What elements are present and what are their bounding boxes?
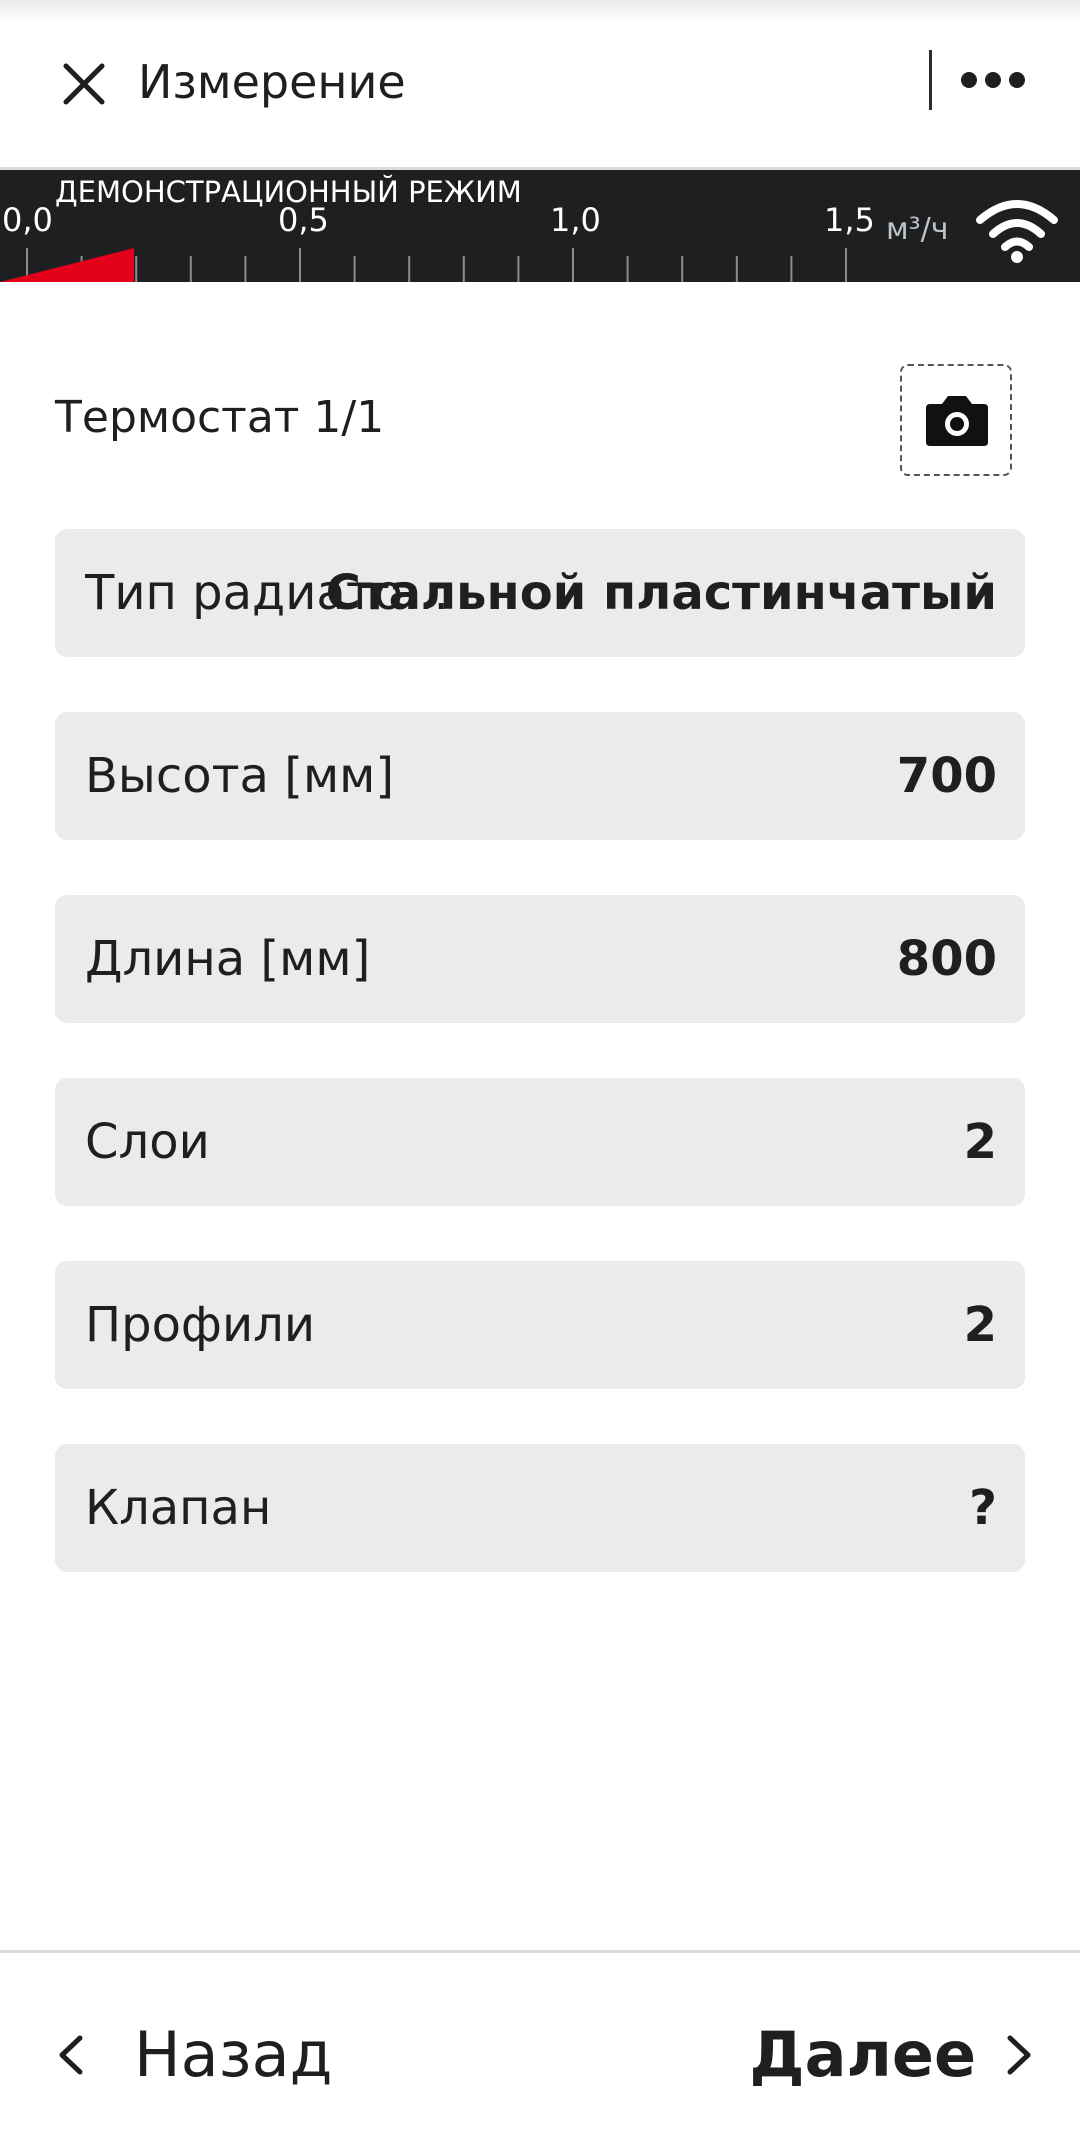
wifi-icon xyxy=(976,200,1058,263)
row-label: Высота [мм] xyxy=(85,748,395,804)
row-value: 2 xyxy=(963,1114,997,1170)
chevron-right-icon xyxy=(1007,2035,1031,2075)
length-row[interactable]: Длина [мм] 800 xyxy=(55,895,1025,1023)
row-value: Стальной пластинчатый xyxy=(325,565,997,621)
row-value: 2 xyxy=(963,1297,997,1353)
next-label: Далее xyxy=(749,2018,976,2091)
footer-top-border xyxy=(0,1950,1080,1953)
more-horizontal-icon xyxy=(961,72,1025,88)
chevron-left-icon xyxy=(59,2035,83,2075)
next-button[interactable]: Далее xyxy=(740,2010,1040,2100)
row-value: ? xyxy=(969,1480,997,1536)
page-title: Измерение xyxy=(138,55,406,109)
close-button[interactable] xyxy=(52,52,116,116)
profiles-row[interactable]: Профили 2 xyxy=(55,1261,1025,1389)
row-value: 800 xyxy=(896,931,997,987)
layers-row[interactable]: Слои 2 xyxy=(55,1078,1025,1206)
scale-label-1: 1,0 xyxy=(550,201,601,239)
row-label: Клапан xyxy=(85,1480,272,1536)
back-button[interactable]: Назад xyxy=(40,2010,340,2100)
camera-icon xyxy=(926,396,988,446)
flow-level-fill xyxy=(0,248,134,282)
top-app-bar: Измерение xyxy=(0,0,1080,168)
header-divider xyxy=(929,50,932,110)
thermostat-title: Термостат 1/1 xyxy=(55,392,385,443)
row-label: Профили xyxy=(85,1297,316,1353)
row-value: 700 xyxy=(896,748,997,804)
close-icon xyxy=(63,63,105,105)
row-label: Слои xyxy=(85,1114,210,1170)
flow-unit-label: м³/ч xyxy=(886,212,949,247)
row-label: Длина [мм] xyxy=(85,931,371,987)
camera-button[interactable] xyxy=(900,364,1012,476)
flow-indicator-bar: ДЕМОНСТРАЦИОННЫЙ РЕЖИМ 0,0 0,5 1,0 1,5 м… xyxy=(0,170,1080,282)
scale-label-0-5: 0,5 xyxy=(278,201,329,239)
valve-row[interactable]: Клапан ? xyxy=(55,1444,1025,1572)
scale-label-1-5: 1,5 xyxy=(824,201,875,239)
back-label: Назад xyxy=(134,2018,333,2091)
height-row[interactable]: Высота [мм] 700 xyxy=(55,712,1025,840)
scale-label-0: 0,0 xyxy=(2,201,53,239)
radiator-type-row[interactable]: Тип радиато... Стальной пластинчатый xyxy=(55,529,1025,657)
more-options-button[interactable] xyxy=(948,50,1038,110)
